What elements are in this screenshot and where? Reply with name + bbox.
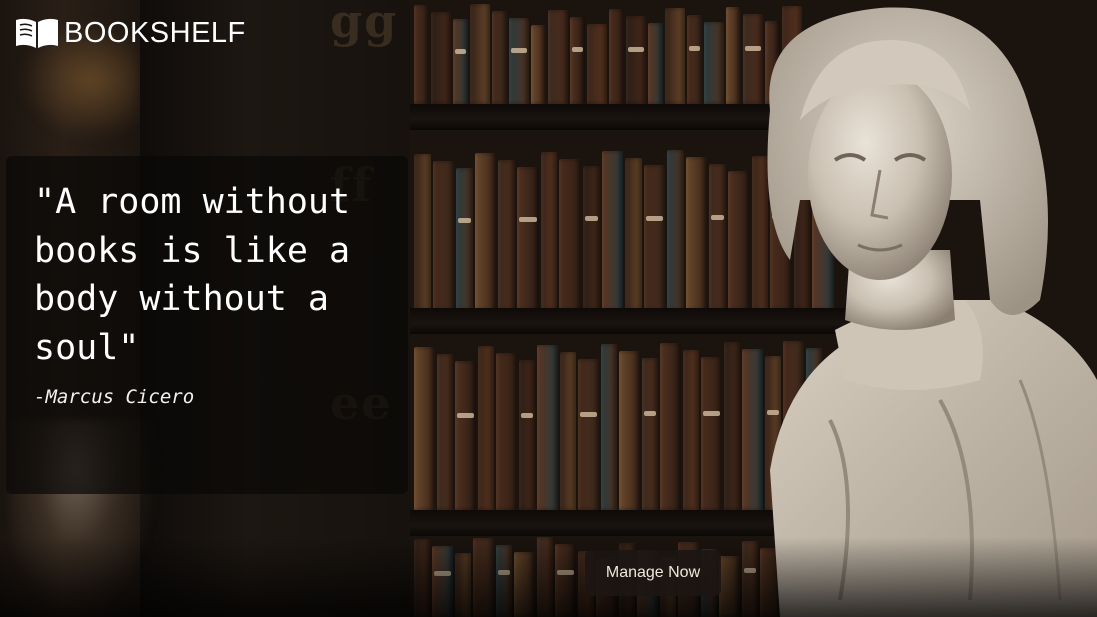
quote-author: -Marcus Cicero <box>34 386 195 408</box>
book-spine <box>456 168 473 310</box>
book-spine <box>578 359 599 510</box>
book-label <box>455 48 466 54</box>
book-spine <box>517 167 539 310</box>
book-spine <box>548 10 568 104</box>
book-spine <box>531 25 546 104</box>
book-spine <box>601 344 617 510</box>
book-spine <box>582 166 600 310</box>
book-spine <box>626 16 646 104</box>
book-label <box>628 46 644 52</box>
bottom-shadow <box>0 537 1097 617</box>
book-spine <box>519 360 535 510</box>
quote-text: "A room without books is like a body wit… <box>34 182 351 368</box>
book-spine <box>648 23 663 104</box>
book-label <box>458 217 471 223</box>
book-spine <box>601 151 623 310</box>
book-spine <box>453 19 468 104</box>
hero-section: gg ff ee <box>0 0 1097 617</box>
book-spine <box>414 347 435 510</box>
book-spine <box>685 157 708 310</box>
book-spine <box>455 361 476 510</box>
book-spine <box>496 353 517 510</box>
book-label <box>572 47 583 53</box>
book-spine <box>643 165 666 310</box>
book-label <box>457 413 474 419</box>
book-spine <box>570 17 585 104</box>
book-label <box>711 215 725 221</box>
book-spine <box>414 154 431 310</box>
book-label <box>703 410 720 416</box>
book-spine <box>609 9 624 104</box>
quote-card: "A room without books is like a body wit… <box>6 156 408 494</box>
book-spine <box>726 7 741 104</box>
book-spine <box>665 8 685 104</box>
brand-name: BOOKSHELF <box>64 16 246 49</box>
book-spine <box>474 153 497 310</box>
book-spine <box>559 159 581 310</box>
book-label <box>521 412 533 418</box>
book-spine <box>624 158 642 310</box>
book-spine <box>683 350 699 510</box>
book-spine <box>687 15 702 104</box>
book-spine <box>724 342 740 510</box>
book-spine <box>431 12 451 104</box>
manage-now-button[interactable]: Manage Now <box>585 550 721 596</box>
pillar-letter-engraving: gg <box>330 0 399 48</box>
book-spine <box>701 357 722 510</box>
open-book-icon <box>16 18 58 48</box>
book-spine <box>537 345 558 510</box>
book-spine <box>642 358 658 510</box>
book-spine <box>509 18 529 104</box>
book-label <box>519 217 537 223</box>
book-spine <box>478 346 494 510</box>
book-spine <box>587 24 607 104</box>
book-spine <box>704 22 724 104</box>
book-spine <box>498 160 516 310</box>
book-spine <box>660 343 681 510</box>
brand-logo[interactable]: BOOKSHELF <box>14 16 246 50</box>
marble-bust-image <box>767 7 1097 617</box>
book-spine <box>667 150 684 310</box>
book-label <box>645 215 664 221</box>
book-spine <box>540 152 558 310</box>
book-spine <box>470 4 490 104</box>
book-label <box>511 48 527 54</box>
book-spine <box>437 354 453 510</box>
book-label <box>580 411 597 417</box>
book-label <box>644 411 656 417</box>
book-spine <box>619 351 640 510</box>
book-label <box>689 46 700 52</box>
book-spine <box>432 161 455 310</box>
book-label <box>584 216 598 222</box>
book-spine <box>560 352 576 510</box>
book-spine <box>492 11 507 104</box>
book-spine <box>709 164 727 310</box>
book-spine <box>414 5 429 104</box>
